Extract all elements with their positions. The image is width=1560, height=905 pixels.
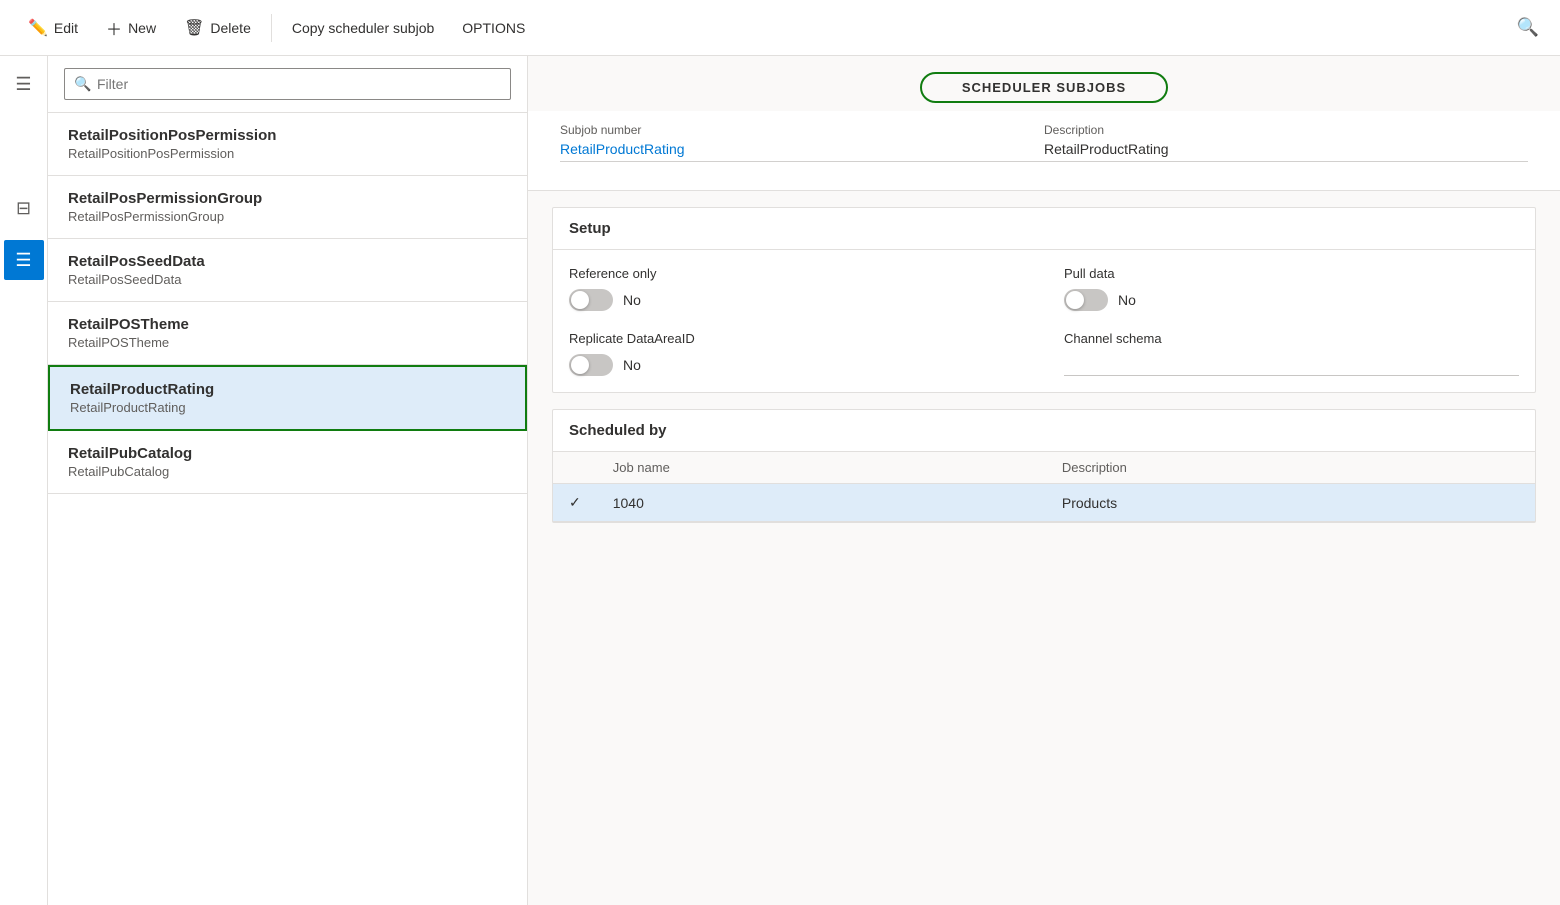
list-item-title: RetailPosPermissionGroup bbox=[68, 190, 507, 207]
list-item-subtitle: RetailProductRating bbox=[70, 400, 505, 415]
list-item-subtitle: RetailPosSeedData bbox=[68, 272, 507, 287]
pull-data-toggle-row: No bbox=[1064, 289, 1519, 311]
row-check: ✓ bbox=[553, 484, 597, 522]
main-layout: ☰ ⊟ ☰ 🔍 RetailPositionPosPermission Reta… bbox=[0, 56, 1560, 905]
list-item-subtitle: RetailPositionPosPermission bbox=[68, 146, 507, 161]
toggle-knob bbox=[571, 356, 589, 374]
list-item[interactable]: RetailPositionPosPermission RetailPositi… bbox=[48, 113, 527, 176]
pull-data-label: Pull data bbox=[1064, 266, 1519, 281]
filter-icon: ⊟ bbox=[16, 198, 31, 219]
new-label: New bbox=[128, 20, 156, 36]
toggle-knob bbox=[1066, 291, 1084, 309]
list-panel: 🔍 RetailPositionPosPermission RetailPosi… bbox=[48, 56, 528, 905]
replicate-toggle[interactable] bbox=[569, 354, 613, 376]
subjob-number-label: Subjob number bbox=[560, 123, 1044, 137]
replicate-label: Replicate DataAreaID bbox=[569, 331, 1024, 346]
row-description: Products bbox=[1046, 484, 1535, 522]
detail-header: Subjob number RetailProductRating Descri… bbox=[528, 111, 1560, 191]
setup-section: Setup Reference only No Pull data bbox=[552, 207, 1536, 393]
list-item[interactable]: RetailPOSTheme RetailPOSTheme bbox=[48, 302, 527, 365]
subjob-number-value[interactable]: RetailProductRating bbox=[560, 141, 1044, 162]
toolbar: ✏️ Edit ＋ New 🗑 Delete Copy scheduler su… bbox=[0, 0, 1560, 56]
replicate-value: No bbox=[623, 357, 641, 373]
toggle-knob bbox=[571, 291, 589, 309]
list-item[interactable]: RetailPosPermissionGroup RetailPosPermis… bbox=[48, 176, 527, 239]
description-label: Description bbox=[1044, 123, 1528, 137]
options-label: OPTIONS bbox=[462, 20, 525, 36]
list-item-subtitle: RetailPOSTheme bbox=[68, 335, 507, 350]
reference-only-label: Reference only bbox=[569, 266, 1024, 281]
edit-icon: ✏️ bbox=[28, 18, 48, 38]
detail-fields-row: Subjob number RetailProductRating Descri… bbox=[560, 111, 1528, 174]
subjob-number-field: Subjob number RetailProductRating bbox=[560, 111, 1044, 174]
detail-panel: SCHEDULER SUBJOBS Subjob number RetailPr… bbox=[528, 56, 1560, 905]
setup-section-header: Setup bbox=[553, 208, 1535, 250]
filter-area: 🔍 bbox=[48, 56, 527, 113]
section-header-banner: SCHEDULER SUBJOBS bbox=[528, 56, 1560, 111]
search-icon: 🔍 bbox=[1517, 17, 1539, 38]
delete-icon: 🗑 bbox=[184, 18, 204, 38]
scheduled-table: Job name Description ✓ 1040 Products bbox=[553, 452, 1535, 522]
table-body: ✓ 1040 Products bbox=[553, 484, 1535, 522]
pull-data-field: Pull data No bbox=[1064, 266, 1519, 311]
list-item-title: RetailPositionPosPermission bbox=[68, 127, 507, 144]
list-item[interactable]: RetailPosSeedData RetailPosSeedData bbox=[48, 239, 527, 302]
channel-schema-field: Channel schema bbox=[1064, 331, 1519, 376]
sidebar-icons: ☰ ⊟ ☰ bbox=[0, 56, 48, 905]
edit-label: Edit bbox=[54, 20, 78, 36]
list-item-title: RetailPOSTheme bbox=[68, 316, 507, 333]
scheduler-title: SCHEDULER SUBJOBS bbox=[962, 80, 1126, 95]
col-description: Description bbox=[1046, 452, 1535, 484]
description-value[interactable]: RetailProductRating bbox=[1044, 141, 1528, 162]
setup-fields: Reference only No Pull data bbox=[553, 250, 1535, 392]
scheduler-title-box: SCHEDULER SUBJOBS bbox=[920, 72, 1168, 103]
list-items: RetailPositionPosPermission RetailPositi… bbox=[48, 113, 527, 905]
separator bbox=[271, 14, 272, 42]
list-item-selected[interactable]: RetailProductRating RetailProductRating bbox=[48, 365, 527, 431]
filter-button[interactable]: ⊟ bbox=[4, 188, 44, 228]
scheduled-section-header: Scheduled by bbox=[553, 410, 1535, 452]
table-header-row: Job name Description bbox=[553, 452, 1535, 484]
copy-label: Copy scheduler subjob bbox=[292, 20, 434, 36]
description-field: Description RetailProductRating bbox=[1044, 111, 1528, 174]
reference-only-toggle[interactable] bbox=[569, 289, 613, 311]
search-button[interactable]: 🔍 bbox=[1512, 12, 1544, 44]
list-item-title: RetailProductRating bbox=[70, 381, 505, 398]
list-item-title: RetailPosSeedData bbox=[68, 253, 507, 270]
filter-wrapper: 🔍 bbox=[64, 68, 511, 100]
replicate-field: Replicate DataAreaID No bbox=[569, 331, 1024, 376]
table-row[interactable]: ✓ 1040 Products bbox=[553, 484, 1535, 522]
scheduled-by-title: Scheduled by bbox=[569, 422, 667, 439]
delete-label: Delete bbox=[210, 20, 250, 36]
filter-input[interactable] bbox=[64, 68, 511, 100]
copy-button[interactable]: Copy scheduler subjob bbox=[280, 12, 446, 44]
options-button[interactable]: OPTIONS bbox=[450, 12, 537, 44]
new-button[interactable]: ＋ New bbox=[94, 8, 168, 48]
reference-only-field: Reference only No bbox=[569, 266, 1024, 311]
list-item-title: RetailPubCatalog bbox=[68, 445, 507, 462]
col-check bbox=[553, 452, 597, 484]
delete-button[interactable]: 🗑 Delete bbox=[172, 10, 263, 46]
list-view-button[interactable]: ☰ bbox=[4, 240, 44, 280]
edit-button[interactable]: ✏️ Edit bbox=[16, 10, 90, 46]
list-icon: ☰ bbox=[15, 250, 31, 271]
hamburger-icon: ☰ bbox=[15, 74, 31, 95]
pull-data-value: No bbox=[1118, 292, 1136, 308]
channel-schema-label: Channel schema bbox=[1064, 331, 1519, 346]
pull-data-toggle[interactable] bbox=[1064, 289, 1108, 311]
channel-schema-value[interactable] bbox=[1064, 354, 1519, 376]
col-job-name: Job name bbox=[597, 452, 1046, 484]
list-item[interactable]: RetailPubCatalog RetailPubCatalog bbox=[48, 431, 527, 494]
hamburger-menu-button[interactable]: ☰ bbox=[4, 64, 44, 104]
reference-only-toggle-row: No bbox=[569, 289, 1024, 311]
table-header: Job name Description bbox=[553, 452, 1535, 484]
reference-only-value: No bbox=[623, 292, 641, 308]
replicate-toggle-row: No bbox=[569, 354, 1024, 376]
new-icon: ＋ bbox=[106, 16, 122, 40]
list-item-subtitle: RetailPubCatalog bbox=[68, 464, 507, 479]
scheduled-section: Scheduled by Job name Description ✓ 104 bbox=[552, 409, 1536, 523]
list-item-subtitle: RetailPosPermissionGroup bbox=[68, 209, 507, 224]
row-job-name: 1040 bbox=[597, 484, 1046, 522]
setup-title: Setup bbox=[569, 220, 611, 237]
